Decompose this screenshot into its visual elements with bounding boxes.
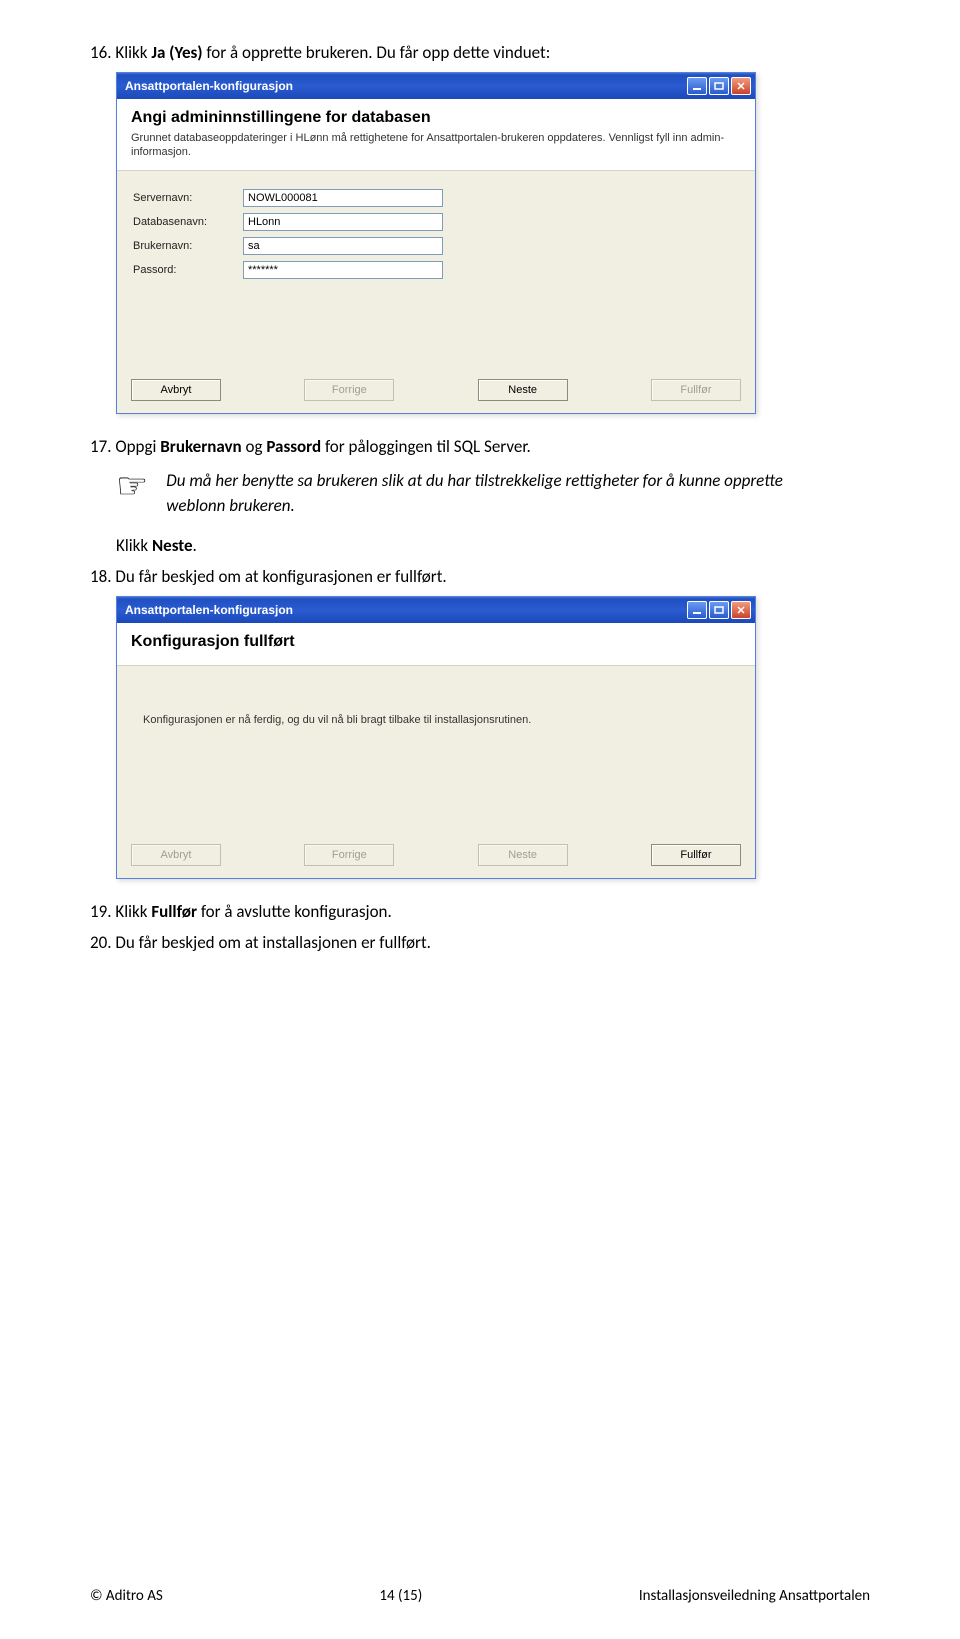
dialog-title: Ansattportalen-konfigurasjon [125,603,293,617]
footer-right: Installasjonsveiledning Ansattportalen [639,1587,870,1605]
dialog-body: Servernavn: Databasenavn: Brukernavn: Pa… [117,171,755,371]
dialog-body-text: Konfigurasjonen er nå ferdig, og du vil … [133,684,739,806]
step-20-num: 20. [90,932,112,953]
dialog-button-row: Avbryt Forrige Neste Fullfør [117,371,755,413]
input-server[interactable] [243,189,443,207]
label-db: Databasenavn: [133,216,243,228]
step-16-bold: Ja (Yes) [151,42,202,63]
forrige-button: Forrige [304,379,394,401]
click-neste-text: Klikk Neste. [116,533,870,559]
config-dialog-2: Ansattportalen-konfigurasjon Konfigurasj… [116,596,756,879]
dialog-heading: Konfigurasjon fullført [131,633,741,651]
dialog-title: Ansattportalen-konfigurasjon [125,79,293,93]
note-text: Du må her benytte sa brukeren slik at du… [166,468,806,519]
note-block: ☞ Du må her benytte sa brukeren slik at … [116,468,870,519]
label-user: Brukernavn: [133,240,243,252]
label-server: Servernavn: [133,192,243,204]
titlebar: Ansattportalen-konfigurasjon [117,597,755,623]
step-19: 19. Klikk Fullfør for å avslutte konfigu… [90,899,870,925]
window-controls [687,77,751,95]
avbryt-button: Avbryt [131,844,221,866]
step-18: 18. Du får beskjed om at konfigurasjonen… [90,564,870,590]
dialog-heading-band: Konfigurasjon fullført [117,623,755,666]
window-controls [687,601,751,619]
dialog-heading-band: Angi admininnstillingene for databasen G… [117,99,755,172]
step-18-num: 18. [90,566,112,587]
page-footer: © Aditro AS 14 (15) Installasjonsveiledn… [90,1587,870,1605]
footer-left: © Aditro AS [90,1587,163,1605]
dialog-heading: Angi admininnstillingene for databasen [131,109,741,127]
step-16-num: 16. [90,42,112,63]
config-dialog-1: Ansattportalen-konfigurasjon Angi admini… [116,72,756,415]
input-db[interactable] [243,213,443,231]
input-pass[interactable] [243,261,443,279]
minimize-icon[interactable] [687,601,707,619]
forrige-button: Forrige [304,844,394,866]
neste-button: Neste [478,844,568,866]
dialog-body: Konfigurasjonen er nå ferdig, og du vil … [117,666,755,836]
close-icon[interactable] [731,77,751,95]
step-16: 16. Klikk Ja (Yes) for å opprette bruker… [90,40,870,66]
fullfor-button[interactable]: Fullfør [651,844,741,866]
dialog-subtext: Grunnet databaseoppdateringer i HLønn må… [131,131,741,161]
input-user[interactable] [243,237,443,255]
avbryt-button[interactable]: Avbryt [131,379,221,401]
pointing-hand-icon: ☞ [116,468,148,519]
step-20: 20. Du får beskjed om at installasjonen … [90,930,870,956]
minimize-icon[interactable] [687,77,707,95]
titlebar: Ansattportalen-konfigurasjon [117,73,755,99]
dialog-button-row: Avbryt Forrige Neste Fullfør [117,836,755,878]
fullfor-button: Fullfør [651,379,741,401]
step-19-num: 19. [90,901,112,922]
step-17-num: 17. [90,436,112,457]
close-icon[interactable] [731,601,751,619]
footer-center: 14 (15) [379,1587,422,1605]
neste-button[interactable]: Neste [478,379,568,401]
maximize-icon[interactable] [709,77,729,95]
label-pass: Passord: [133,264,243,276]
maximize-icon[interactable] [709,601,729,619]
step-17: 17. Oppgi Brukernavn og Passord for pålo… [90,434,870,460]
